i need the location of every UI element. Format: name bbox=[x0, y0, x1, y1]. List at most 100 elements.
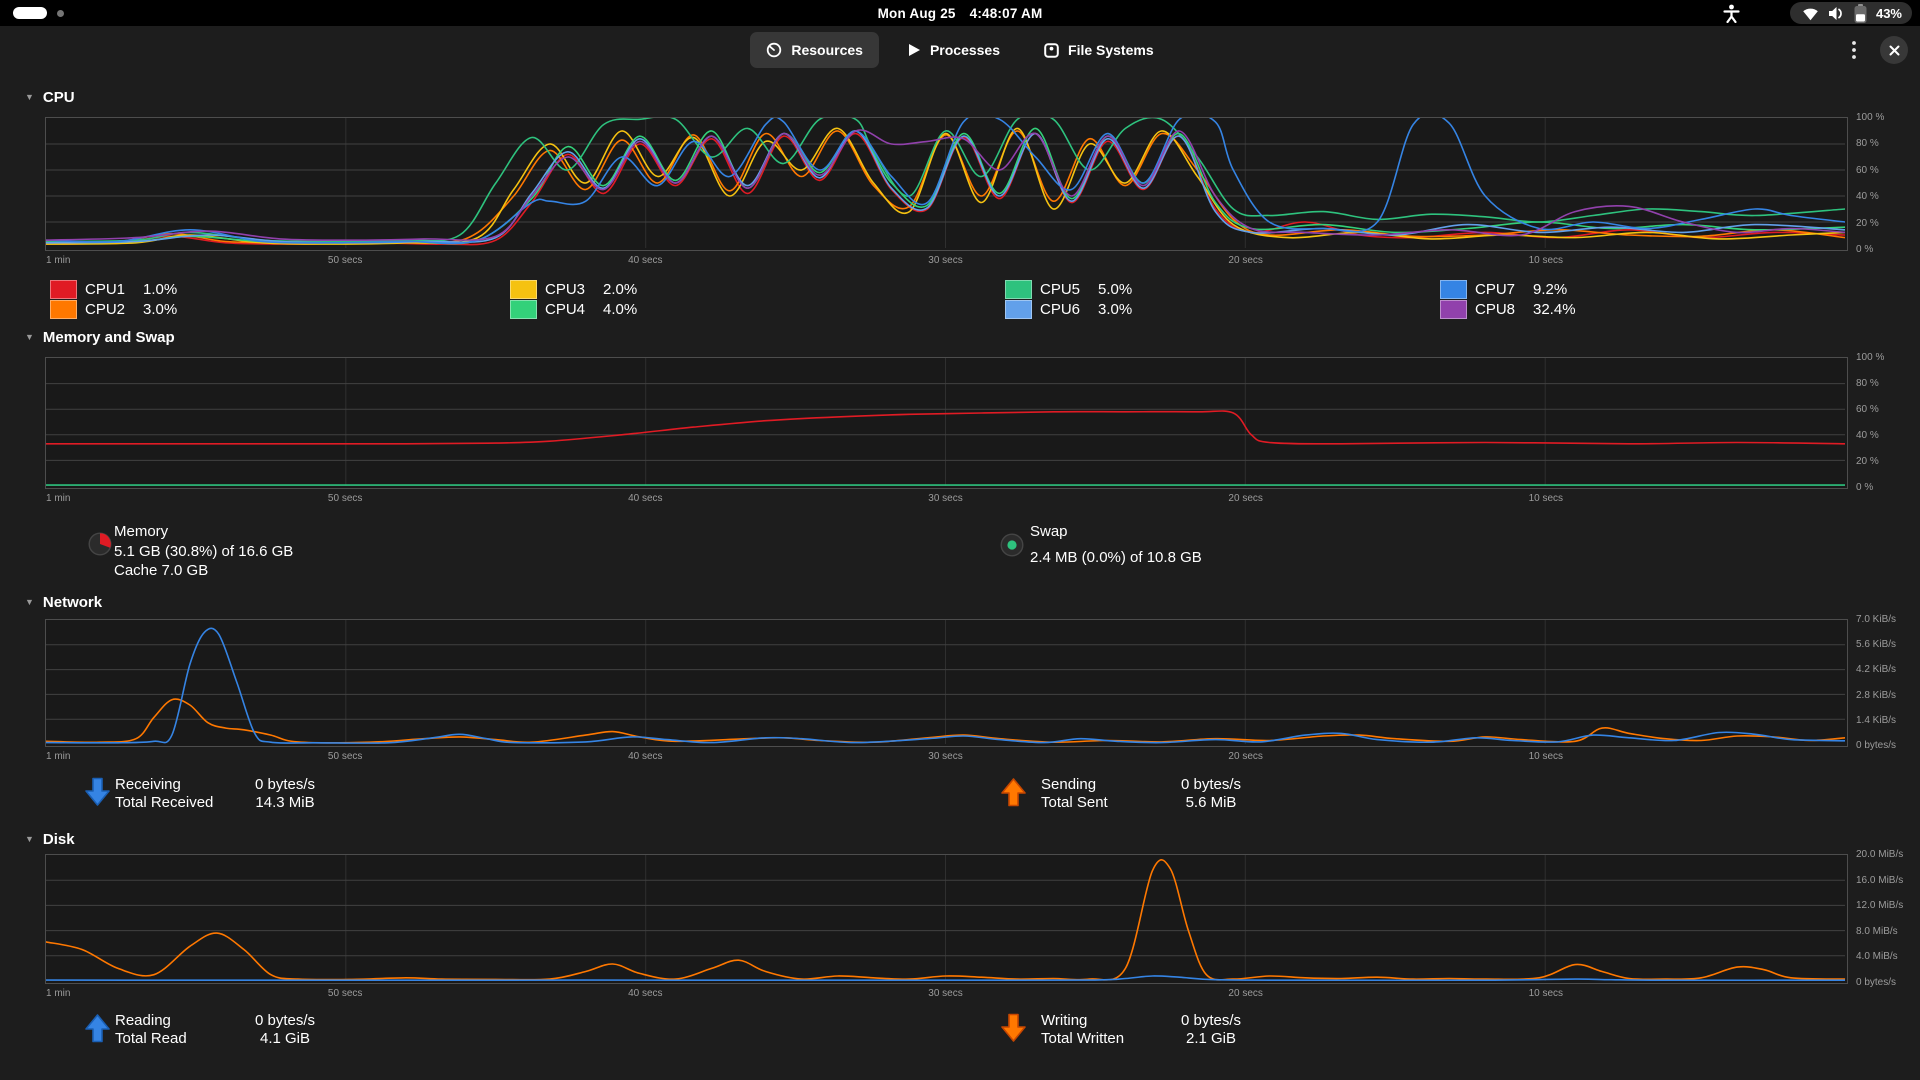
clock-button[interactable]: Mon Aug 25 4:48:07 AM bbox=[0, 0, 1920, 26]
battery-icon bbox=[1854, 4, 1867, 23]
sending-legend: Sending 0 bytes/s Total Sent 5.6 MiB bbox=[1041, 776, 1263, 811]
y-axis-label: 4.0 MiB/s bbox=[1856, 951, 1898, 962]
y-axis-label: 0 % bbox=[1856, 482, 1873, 493]
swap-legend: Swap 2.4 MB (0.0%) of 10.8 GB bbox=[1030, 522, 1202, 567]
volume-icon bbox=[1828, 6, 1845, 21]
x-axis-label: 20 secs bbox=[1228, 751, 1262, 762]
play-triangle-icon bbox=[907, 43, 921, 57]
memory-expander-icon[interactable]: ▼ bbox=[25, 333, 34, 342]
y-axis-label: 0 bytes/s bbox=[1856, 740, 1896, 751]
y-axis-label: 12.0 MiB/s bbox=[1856, 900, 1903, 911]
close-icon bbox=[1889, 45, 1900, 56]
total-written-value: 2.1 GiB bbox=[1159, 1030, 1263, 1047]
x-axis-label: 1 min bbox=[46, 751, 70, 762]
y-axis-label: 5.6 KiB/s bbox=[1856, 639, 1896, 650]
writing-legend: Writing 0 bytes/s Total Written 2.1 GiB bbox=[1041, 1012, 1263, 1047]
total-received-label: Total Received bbox=[115, 794, 233, 811]
download-arrow-icon bbox=[84, 777, 111, 807]
cpu-chart-y-axis: 100 %80 %60 %40 %20 %0 % bbox=[1856, 117, 1918, 251]
cpu5-legend-item: CPU5 5.0% bbox=[1005, 280, 1132, 299]
writing-arrow bbox=[1000, 1013, 1027, 1047]
sending-rate: 0 bytes/s bbox=[1159, 776, 1263, 793]
cpu-chart-x-axis: 1 min50 secs40 secs30 secs20 secs10 secs bbox=[45, 255, 1848, 267]
y-axis-label: 2.8 KiB/s bbox=[1856, 690, 1896, 701]
memory-label: Memory bbox=[114, 522, 293, 542]
memory-chart-x-axis: 1 min50 secs40 secs30 secs20 secs10 secs bbox=[45, 493, 1848, 505]
swap-pie bbox=[1000, 533, 1024, 563]
network-chart-y-axis: 7.0 KiB/s5.6 KiB/s4.2 KiB/s2.8 KiB/s1.4 … bbox=[1856, 619, 1918, 747]
tab-file-systems[interactable]: File Systems bbox=[1028, 32, 1170, 68]
total-sent-value: 5.6 MiB bbox=[1159, 794, 1263, 811]
cpu3-value: 2.0% bbox=[603, 281, 637, 298]
close-window-button[interactable] bbox=[1880, 36, 1908, 64]
tab-resources[interactable]: Resources bbox=[750, 32, 879, 68]
sending-label: Sending bbox=[1041, 776, 1159, 793]
swap-label: Swap bbox=[1030, 522, 1202, 542]
y-axis-label: 4.2 KiB/s bbox=[1856, 664, 1896, 675]
cpu1-swatch bbox=[50, 280, 77, 299]
swap-usage: 2.4 MB (0.0%) of 10.8 GB bbox=[1030, 548, 1202, 568]
memory-section-header[interactable]: ▼ Memory and Swap bbox=[25, 329, 175, 346]
y-axis-label: 0 bytes/s bbox=[1856, 977, 1896, 988]
y-axis-label: 20 % bbox=[1856, 218, 1879, 229]
receiving-legend: Receiving 0 bytes/s Total Received 14.3 … bbox=[115, 776, 337, 811]
x-axis-label: 1 min bbox=[46, 255, 70, 266]
header-bar: Resources Processes File Systems bbox=[0, 26, 1920, 74]
cpu2-legend-item: CPU2 3.0% bbox=[50, 300, 177, 319]
disk-expander-icon[interactable]: ▼ bbox=[25, 835, 34, 844]
quick-settings-button[interactable]: 43% bbox=[1790, 2, 1912, 24]
clock-time: 4:48:07 AM bbox=[970, 6, 1043, 21]
y-axis-label: 20 % bbox=[1856, 456, 1879, 467]
tab-processes[interactable]: Processes bbox=[891, 32, 1016, 68]
tab-processes-label: Processes bbox=[930, 42, 1000, 58]
receiving-arrow bbox=[84, 777, 111, 811]
cpu-section-header[interactable]: ▼ CPU bbox=[25, 89, 75, 106]
x-axis-label: 50 secs bbox=[328, 988, 362, 999]
tab-resources-label: Resources bbox=[791, 42, 863, 58]
network-chart-x-axis: 1 min50 secs40 secs30 secs20 secs10 secs bbox=[45, 751, 1848, 763]
menu-button[interactable] bbox=[1840, 36, 1868, 64]
x-axis-label: 30 secs bbox=[928, 988, 962, 999]
total-read-value: 4.1 GiB bbox=[233, 1030, 337, 1047]
read-up-arrow-icon bbox=[84, 1013, 111, 1043]
memory-pie-icon bbox=[88, 532, 112, 556]
x-axis-label: 50 secs bbox=[328, 493, 362, 504]
y-axis-label: 80 % bbox=[1856, 138, 1879, 149]
x-axis-label: 40 secs bbox=[628, 988, 662, 999]
disk-section-title: Disk bbox=[43, 831, 75, 848]
disk-chart bbox=[45, 854, 1848, 984]
cpu1-legend-item: CPU1 1.0% bbox=[50, 280, 177, 299]
y-axis-label: 80 % bbox=[1856, 378, 1879, 389]
cpu-expander-icon[interactable]: ▼ bbox=[25, 93, 34, 102]
accessibility-menu-button[interactable] bbox=[1720, 3, 1742, 23]
view-tabs: Resources Processes File Systems bbox=[0, 26, 1920, 74]
cpu3-legend-item: CPU3 2.0% bbox=[510, 280, 637, 299]
network-chart bbox=[45, 619, 1848, 747]
x-axis-label: 50 secs bbox=[328, 255, 362, 266]
total-sent-label: Total Sent bbox=[1041, 794, 1159, 811]
memory-legend: Memory 5.1 GB (30.8%) of 16.6 GB Cache 7… bbox=[114, 522, 293, 581]
reading-legend: Reading 0 bytes/s Total Read 4.1 GiB bbox=[115, 1012, 337, 1047]
cpu4-label: CPU4 bbox=[545, 301, 603, 318]
memory-cache: Cache 7.0 GB bbox=[114, 561, 293, 581]
network-section-title: Network bbox=[43, 594, 102, 611]
total-read-label: Total Read bbox=[115, 1030, 233, 1047]
x-axis-label: 10 secs bbox=[1529, 493, 1563, 504]
cpu2-value: 3.0% bbox=[143, 301, 177, 318]
cpu4-swatch bbox=[510, 300, 537, 319]
cpu2-swatch bbox=[50, 300, 77, 319]
upload-arrow-icon bbox=[1000, 777, 1027, 807]
cpu2-label: CPU2 bbox=[85, 301, 143, 318]
y-axis-label: 40 % bbox=[1856, 430, 1879, 441]
disk-section-header[interactable]: ▼ Disk bbox=[25, 831, 75, 848]
drive-icon bbox=[1044, 43, 1059, 58]
x-axis-label: 40 secs bbox=[628, 751, 662, 762]
network-expander-icon[interactable]: ▼ bbox=[25, 598, 34, 607]
network-section-header[interactable]: ▼ Network bbox=[25, 594, 102, 611]
y-axis-label: 8.0 MiB/s bbox=[1856, 926, 1898, 937]
x-axis-label: 10 secs bbox=[1529, 988, 1563, 999]
x-axis-label: 30 secs bbox=[928, 751, 962, 762]
cpu4-legend-item: CPU4 4.0% bbox=[510, 300, 637, 319]
x-axis-label: 40 secs bbox=[628, 493, 662, 504]
cpu3-label: CPU3 bbox=[545, 281, 603, 298]
